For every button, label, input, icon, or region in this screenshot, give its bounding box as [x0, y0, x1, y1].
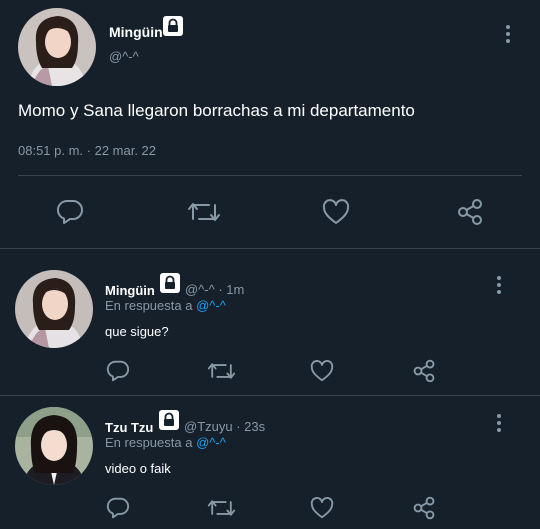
reply-button[interactable]: [54, 196, 86, 228]
retweet-button[interactable]: [205, 495, 237, 521]
divider: [0, 395, 540, 396]
more-icon[interactable]: [506, 25, 512, 46]
share-button[interactable]: [454, 196, 486, 228]
retweet-icon: [207, 500, 235, 516]
reply-text: video o faik: [105, 461, 171, 476]
retweet-button[interactable]: [205, 358, 237, 384]
share-icon: [413, 496, 435, 520]
reply-icon: [106, 497, 130, 519]
like-icon: [310, 360, 334, 382]
reply-prefix: En respuesta a: [105, 435, 193, 450]
avatar[interactable]: [18, 8, 96, 86]
share-icon: [413, 359, 435, 383]
like-button[interactable]: [308, 358, 336, 384]
reply-text: que sigue?: [105, 324, 169, 339]
reply-button[interactable]: [104, 358, 132, 384]
lock-icon: [162, 15, 184, 42]
display-name[interactable]: Mingüin: [109, 24, 163, 40]
divider: [18, 175, 522, 176]
reply-context: En respuesta a @^-^: [105, 298, 226, 313]
avatar[interactable]: [15, 407, 93, 485]
divider: [0, 248, 540, 249]
share-icon: [458, 199, 482, 225]
reply-to-link[interactable]: @^-^: [196, 298, 226, 313]
more-icon[interactable]: [497, 276, 503, 297]
like-icon: [310, 497, 334, 519]
avatar[interactable]: [15, 270, 93, 348]
tweet-text: Momo y Sana llegaron borrachas a mi depa…: [18, 101, 415, 120]
like-button[interactable]: [320, 196, 352, 228]
retweet-icon: [188, 203, 220, 221]
reply-prefix: En respuesta a: [105, 298, 193, 313]
retweet-icon: [207, 363, 235, 379]
reply-to-link[interactable]: @^-^: [196, 435, 226, 450]
handle[interactable]: @^-^: [109, 49, 139, 64]
more-icon[interactable]: [497, 414, 503, 435]
display-name[interactable]: Tzu Tzu: [105, 420, 153, 435]
share-button[interactable]: [410, 357, 438, 385]
reply-button[interactable]: [104, 495, 132, 521]
handle-time[interactable]: @Tzuyu · 23s: [184, 419, 265, 434]
lock-icon: [159, 272, 181, 299]
reply-icon: [56, 199, 83, 224]
share-button[interactable]: [410, 494, 438, 522]
display-name[interactable]: Mingüin: [105, 283, 155, 298]
like-button[interactable]: [308, 495, 336, 521]
tweet-timestamp[interactable]: 08:51 p. m. · 22 mar. 22: [18, 143, 156, 158]
reply-icon: [106, 360, 130, 382]
handle-time[interactable]: @^-^ · 1m: [185, 282, 244, 297]
lock-icon: [158, 409, 180, 436]
like-icon: [322, 199, 350, 224]
reply-context: En respuesta a @^-^: [105, 435, 226, 450]
retweet-button[interactable]: [186, 196, 222, 228]
